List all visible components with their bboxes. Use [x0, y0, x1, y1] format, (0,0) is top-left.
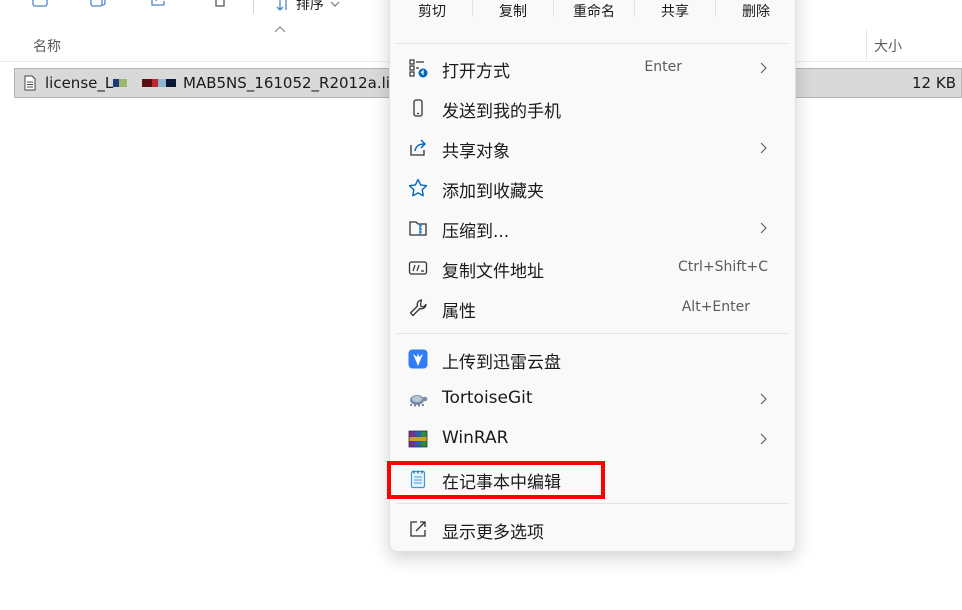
sort-icon: [276, 0, 287, 11]
menu-item-compress-to[interactable]: 压缩到...: [396, 210, 789, 246]
quick-cut-button[interactable]: 剪切: [392, 1, 472, 21]
open-with-icon: [409, 59, 428, 78]
share-icon: [410, 139, 426, 156]
menu-separator: [396, 333, 789, 334]
menu-item-winrar[interactable]: WinRAR: [396, 421, 789, 457]
menu-item-label: 显示更多选项: [442, 523, 544, 543]
zip-icon: [409, 221, 427, 236]
menu-item-shortcut: Enter: [644, 59, 682, 75]
file-size: 12 KB: [912, 74, 956, 92]
annotation-highlight-box: [387, 461, 605, 499]
phone-icon: [413, 99, 423, 117]
menu-item-label: 添加到收藏夹: [442, 182, 544, 202]
new-folder-icon[interactable]: [31, 0, 49, 8]
star-icon: [408, 178, 428, 197]
menu-item-label: 打开方式: [442, 62, 510, 82]
column-divider[interactable]: [866, 30, 867, 60]
column-name[interactable]: 名称: [33, 36, 61, 56]
trash-icon[interactable]: [211, 0, 229, 8]
quick-rename-button[interactable]: 重命名: [554, 1, 634, 21]
thunder-icon: [408, 349, 428, 369]
wrench-icon: [409, 299, 427, 317]
quick-actions-row: 剪切 复制 重命名 共享 删除: [390, 0, 796, 23]
quick-copy-button[interactable]: 复制: [473, 1, 553, 21]
menu-separator: [396, 43, 789, 44]
menu-item-properties[interactable]: 属性 Alt+Enter: [396, 290, 789, 326]
menu-item-tortoisegit[interactable]: TortoiseGit: [396, 381, 789, 417]
share-icon[interactable]: [150, 0, 168, 8]
more-options-icon: [410, 521, 426, 537]
menu-item-send-to-phone[interactable]: 发送到我的手机: [396, 90, 789, 126]
winrar-icon: [408, 430, 428, 448]
copy-path-icon: [408, 261, 428, 275]
chevron-down-icon: [330, 1, 340, 7]
menu-separator: [396, 503, 789, 504]
chevron-right-icon: [760, 62, 767, 74]
menu-item-label: WinRAR: [442, 428, 509, 448]
menu-item-label: 上传到迅雷云盘: [442, 353, 561, 373]
column-size[interactable]: 大小: [874, 36, 902, 56]
file-name-prefix: license_L: [45, 74, 114, 92]
menu-item-label: 属性: [442, 302, 476, 322]
sort-label: 排序: [296, 0, 324, 13]
file-name-suffix: MAB5NS_161052_R2012a.lic: [183, 74, 399, 92]
file-icon: [24, 75, 36, 91]
menu-item-label: 压缩到...: [442, 222, 510, 242]
redaction-mark: [113, 79, 127, 87]
chevron-right-icon: [760, 222, 767, 234]
menu-item-show-more-options[interactable]: 显示更多选项: [396, 511, 789, 547]
quick-delete-button[interactable]: 删除: [716, 1, 796, 21]
copy-icon[interactable]: [90, 0, 108, 8]
menu-item-upload-thunder[interactable]: 上传到迅雷云盘: [396, 341, 789, 377]
menu-item-label: TortoiseGit: [442, 388, 533, 408]
redaction-mark: [142, 79, 176, 87]
chevron-right-icon: [760, 393, 767, 405]
menu-item-shortcut: Alt+Enter: [681, 299, 750, 315]
menu-item-label: 复制文件地址: [442, 262, 544, 282]
menu-item-open-with[interactable]: 打开方式 Enter: [396, 50, 789, 86]
tortoise-icon: [410, 395, 428, 407]
chevron-right-icon: [760, 433, 767, 445]
sort-button[interactable]: 排序: [276, 0, 340, 14]
menu-item-shortcut: Ctrl+Shift+C: [678, 259, 768, 275]
menu-item-label: 发送到我的手机: [442, 102, 561, 122]
toolbar-separator: [253, 0, 254, 14]
menu-item-copy-path[interactable]: 复制文件地址 Ctrl+Shift+C: [396, 250, 789, 286]
quick-share-button[interactable]: 共享: [635, 1, 715, 21]
menu-item-label: 共享对象: [442, 142, 510, 162]
menu-item-share-with[interactable]: 共享对象: [396, 130, 789, 166]
chevron-right-icon: [760, 142, 767, 154]
menu-item-add-to-favorites[interactable]: 添加到收藏夹: [396, 170, 789, 206]
